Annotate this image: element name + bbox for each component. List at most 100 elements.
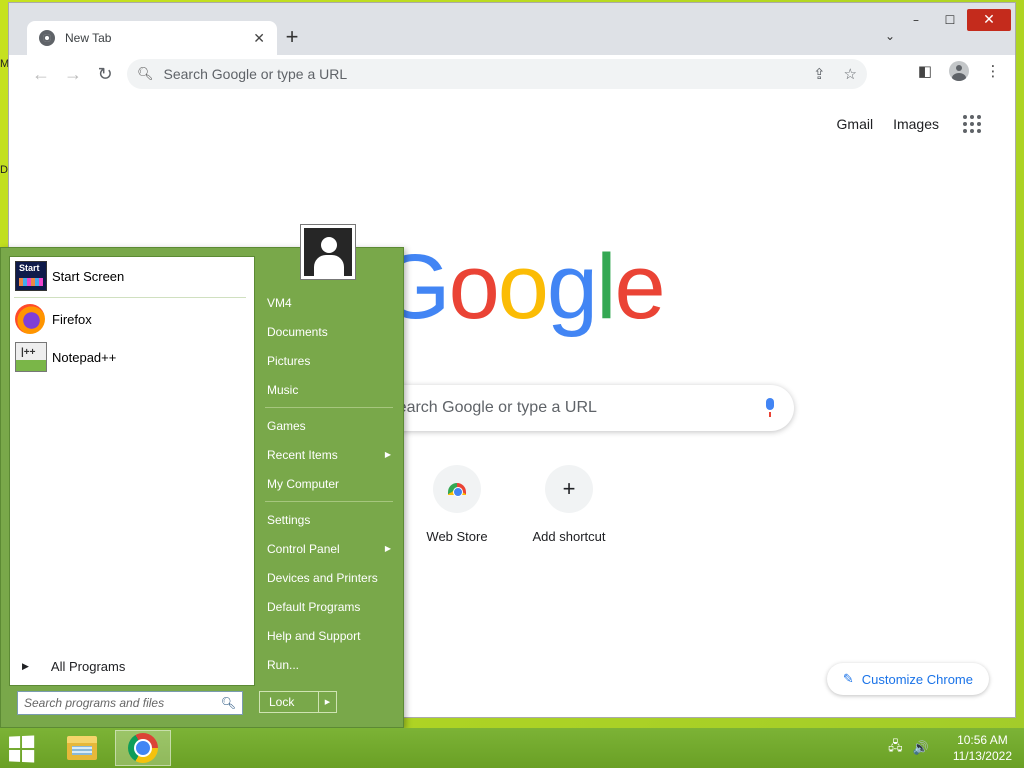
start-right-item-vm4[interactable]: VM4 (259, 288, 399, 317)
start-right-item-label: Settings (267, 512, 311, 527)
start-right-item-label: Music (267, 382, 299, 397)
tab-new-tab[interactable]: New Tab ✕ (27, 21, 277, 55)
start-right-item-documents[interactable]: Documents (259, 317, 399, 346)
new-tab-button[interactable]: + (279, 25, 305, 51)
start-right-item-label: Default Programs (267, 599, 361, 614)
start-screen-icon: Start (15, 261, 47, 291)
taskbar: 🖧 🔊 10:56 AM 11/13/2022 (0, 728, 1024, 768)
customize-chrome-button[interactable]: ✎ Customize Chrome (826, 663, 989, 695)
google-apps-icon[interactable] (963, 115, 981, 133)
google-logo-letter: l (596, 236, 617, 338)
start-right-item-devices-and-printers[interactable]: Devices and Printers (259, 563, 399, 592)
address-bar-placeholder: Search Google or type a URL (163, 66, 348, 82)
address-bar[interactable]: 🔍︎ Search Google or type a URL ⇪ ☆ (127, 59, 867, 89)
power-options-arrow-icon[interactable]: ▶ (318, 692, 336, 712)
start-right-item-label: VM4 (267, 295, 292, 310)
google-logo-letter: g (546, 236, 598, 338)
browser-toolbar: ← → ↻ 🔍︎ Search Google or type a URL ⇪ ☆… (9, 55, 1015, 93)
start-search-input[interactable]: Search programs and files 🔍︎ (17, 691, 243, 715)
start-right-item-pictures[interactable]: Pictures (259, 346, 399, 375)
window-controls: – ☐ ✕ (899, 9, 1011, 31)
start-right-item-label: Recent Items (267, 447, 338, 462)
start-right-item-music[interactable]: Music (259, 375, 399, 404)
minimize-button[interactable]: – (899, 9, 933, 31)
side-panel-icon[interactable]: ◧ (915, 62, 935, 80)
search-icon: 🔍︎ (137, 66, 154, 81)
start-right-item-run[interactable]: Run... (259, 650, 399, 679)
tab-search-chevron-icon[interactable]: ⌄ (885, 29, 895, 43)
start-right-item-my-computer[interactable]: My Computer (259, 469, 399, 498)
reload-icon[interactable]: ↻ (89, 58, 121, 90)
start-right-item-label: Control Panel (267, 541, 340, 556)
images-link[interactable]: Images (893, 116, 939, 132)
shortcut-web-store[interactable]: Web Store (401, 465, 513, 544)
clock-time: 10:56 AM (957, 733, 1008, 747)
start-item-label: Firefox (52, 311, 92, 327)
start-right-item-recent-items[interactable]: Recent Items ▶ (259, 440, 399, 469)
start-menu: Start Start Screen Firefox |++ Notepad++… (0, 247, 404, 728)
tab-close-icon[interactable]: ✕ (253, 30, 265, 47)
start-right-item-label: Devices and Printers (267, 570, 378, 585)
chrome-icon (128, 733, 158, 763)
share-icon[interactable]: ⇪ (813, 65, 826, 83)
start-item-firefox[interactable]: Firefox (10, 300, 254, 338)
lock-label: Lock (269, 695, 295, 709)
taskbar-chrome[interactable] (115, 730, 171, 766)
maximize-button[interactable]: ☐ (933, 9, 967, 31)
start-item-label: Notepad++ (52, 349, 117, 365)
shortcut-label: Add shortcut (532, 529, 606, 544)
clock-date: 11/13/2022 (952, 749, 1012, 763)
web-store-icon (433, 465, 481, 513)
toolbar-actions: ◧ ⋮ (915, 61, 1003, 81)
network-icon[interactable]: 🖧 (888, 737, 903, 759)
start-right-item-label: My Computer (267, 476, 340, 491)
submenu-arrow-icon: ▶ (384, 544, 391, 553)
microphone-icon[interactable] (764, 398, 776, 418)
profile-avatar-icon[interactable] (949, 61, 969, 81)
start-item-notepad-plus-plus[interactable]: |++ Notepad++ (10, 338, 254, 376)
start-right-item-default-programs[interactable]: Default Programs (259, 592, 399, 621)
start-item-start-screen[interactable]: Start Start Screen (10, 257, 254, 295)
start-right-item-label: Run... (267, 657, 300, 672)
search-icon[interactable]: 🔍︎ (221, 696, 236, 710)
separator (265, 407, 393, 408)
pencil-icon: ✎ (842, 671, 854, 686)
start-menu-programs-pane: Start Start Screen Firefox |++ Notepad++… (9, 256, 255, 686)
google-logo-letter: o (497, 236, 549, 338)
shortcut-add[interactable]: + Add shortcut (513, 465, 625, 544)
menu-kebab-icon[interactable]: ⋮ (983, 62, 1003, 80)
separator (265, 501, 393, 502)
chrome-favicon-icon (39, 30, 55, 46)
start-right-item-control-panel[interactable]: Control Panel ▶ (259, 534, 399, 563)
start-right-item-label: Games (267, 418, 306, 433)
firefox-icon (15, 304, 47, 334)
clock[interactable]: 10:56 AM 11/13/2022 (953, 732, 1012, 764)
start-right-item-label: Documents (267, 324, 328, 339)
start-right-item-settings[interactable]: Settings (259, 505, 399, 534)
system-tray: 🖧 🔊 10:56 AM 11/13/2022 (888, 732, 1012, 764)
folder-icon (67, 736, 97, 760)
start-right-item-help-and-support[interactable]: Help and Support (259, 621, 399, 650)
submenu-arrow-icon: ▶ (384, 450, 391, 459)
bookmark-star-icon[interactable]: ☆ (844, 65, 857, 83)
windows-start-icon[interactable] (9, 735, 38, 763)
tab-title: New Tab (65, 31, 112, 45)
triangle-right-icon: ▶ (22, 660, 29, 671)
start-right-item-games[interactable]: Games (259, 411, 399, 440)
top-links: Gmail Images (837, 115, 981, 133)
taskbar-file-explorer[interactable] (54, 730, 110, 766)
lock-button[interactable]: Lock ▶ (259, 691, 337, 713)
start-menu-places-pane: VM4 Documents Pictures Music Games Recent Ite… (259, 288, 399, 679)
start-right-item-label: Help and Support (267, 628, 361, 643)
gmail-link[interactable]: Gmail (837, 116, 874, 132)
user-avatar[interactable] (300, 224, 356, 280)
volume-icon[interactable]: 🔊 (913, 740, 929, 756)
all-programs-button[interactable]: ▶ All Programs (10, 653, 254, 679)
all-programs-label: All Programs (50, 658, 126, 674)
back-arrow-icon[interactable]: ← (25, 58, 57, 90)
close-window-button[interactable]: ✕ (967, 9, 1011, 31)
google-logo-letter: e (614, 236, 666, 338)
notepad-plus-plus-icon: |++ (15, 342, 47, 372)
forward-arrow-icon[interactable]: → (57, 58, 89, 90)
customize-chrome-label: Customize Chrome (861, 671, 973, 687)
